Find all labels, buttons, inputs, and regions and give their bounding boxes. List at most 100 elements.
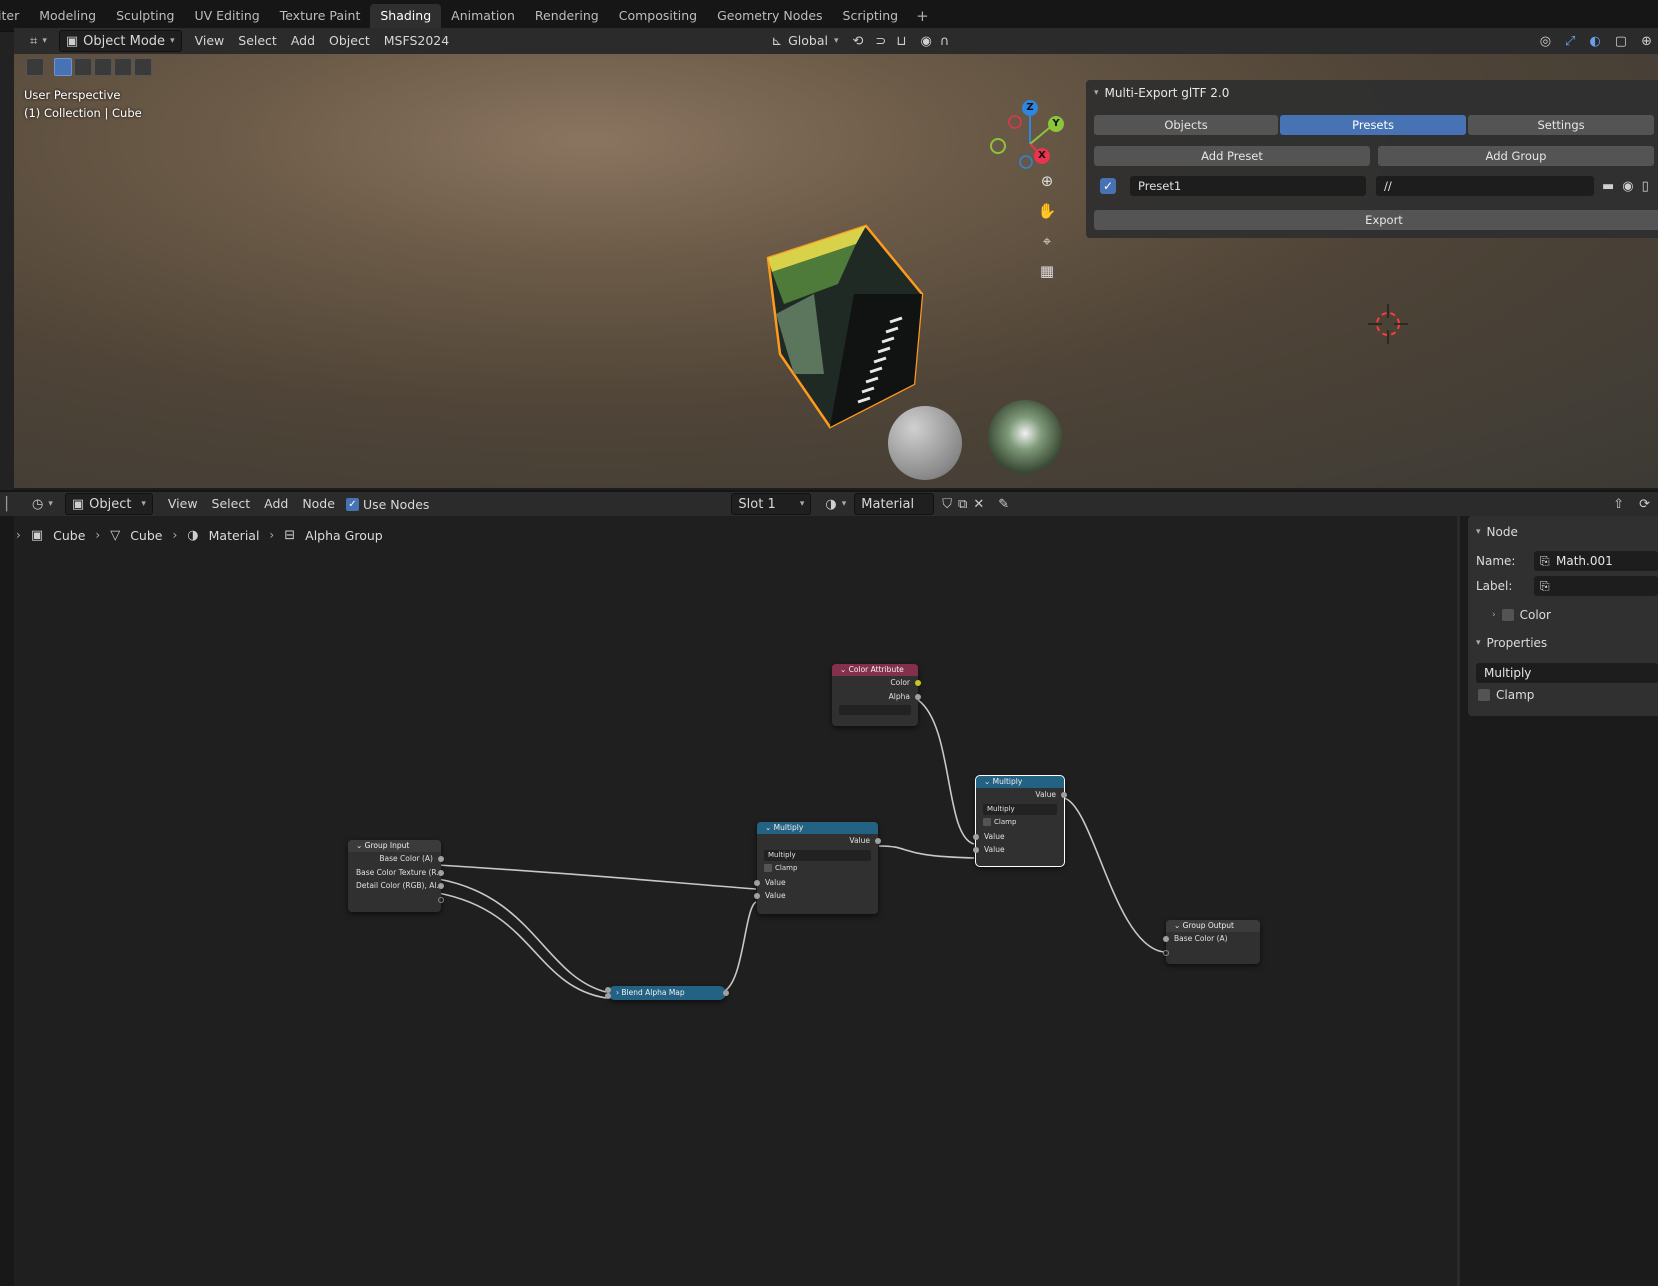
input-socket[interactable] xyxy=(754,879,760,886)
tab-presets[interactable]: Presets xyxy=(1280,115,1467,135)
output-socket[interactable] xyxy=(723,990,729,996)
empty-socket[interactable] xyxy=(1163,949,1169,956)
group-output-node[interactable]: ⌄ Group Output Base Color (A) xyxy=(1163,920,1260,964)
breadcrumb-material[interactable]: Material xyxy=(209,528,260,543)
gizmo-x-axis[interactable]: X xyxy=(1034,148,1050,164)
snap-target-icon[interactable]: ⊔ xyxy=(896,35,906,48)
menu-msfs2024[interactable]: MSFS2024 xyxy=(377,30,456,52)
export-button[interactable]: Export xyxy=(1094,210,1658,230)
shading-wire-icon[interactable]: ⊕ xyxy=(1641,35,1652,48)
output-socket[interactable] xyxy=(915,680,921,686)
output-socket[interactable] xyxy=(438,856,444,862)
tab-settings[interactable]: Settings xyxy=(1468,115,1655,135)
sidebar-divider[interactable] xyxy=(1457,516,1460,1286)
operation-dropdown[interactable]: Multiply xyxy=(1476,663,1658,683)
panel-header[interactable]: ▾ Multi-Export glTF 2.0 xyxy=(1094,86,1229,100)
menu-view[interactable]: View xyxy=(188,30,232,52)
attribute-name-field[interactable] xyxy=(839,705,911,715)
clamp-toggle[interactable]: Clamp xyxy=(764,863,871,874)
eye-icon[interactable]: ◉ xyxy=(1622,180,1633,193)
tab-scripting[interactable]: Scripting xyxy=(833,4,909,28)
tab-compositing[interactable]: Compositing xyxy=(609,4,707,28)
tab-objects[interactable]: Objects xyxy=(1094,115,1279,135)
trash-icon[interactable]: ▯ xyxy=(1642,180,1649,193)
unlink-icon[interactable]: ✕ xyxy=(973,498,984,511)
zoom-icon[interactable]: ⊕ xyxy=(1034,168,1060,194)
node-name-field[interactable]: ⎘ Math.001 xyxy=(1534,551,1658,571)
snap-icon[interactable]: ⊃ xyxy=(875,35,886,48)
tab-rendering[interactable]: Rendering xyxy=(525,4,609,28)
menu-object[interactable]: Object xyxy=(322,30,377,52)
menu-add[interactable]: Add xyxy=(257,493,295,515)
use-nodes-checkbox[interactable]: ✓ xyxy=(345,497,359,511)
group-input-node[interactable]: ⌄ Group Input Base Color (A) Base Color … xyxy=(348,840,444,912)
proportional-edit-icon[interactable]: ◉ xyxy=(920,35,931,48)
gizmo-z-axis[interactable]: Z xyxy=(1022,100,1038,116)
properties-section-header[interactable]: ▾ Properties xyxy=(1476,636,1547,650)
perspective-toggle-icon[interactable]: ▦ xyxy=(1034,258,1060,284)
select-extend-icon[interactable] xyxy=(74,58,92,76)
editor-type-dropdown[interactable]: ◷ ▾ xyxy=(26,493,59,515)
output-socket[interactable] xyxy=(875,838,881,844)
transform-orientation-dropdown[interactable]: ⊾ Global ▾ xyxy=(771,30,838,52)
menu-select[interactable]: Select xyxy=(205,493,258,515)
use-nodes-toggle[interactable]: ✓ Use Nodes xyxy=(345,497,429,512)
material-name-field[interactable]: Material xyxy=(854,493,935,515)
falloff-icon[interactable]: ∩ xyxy=(940,35,950,48)
select-intersect-icon[interactable] xyxy=(134,58,152,76)
select-new-icon[interactable] xyxy=(54,58,72,76)
breadcrumb-mesh[interactable]: Cube xyxy=(130,528,162,543)
add-preset-button[interactable]: Add Preset xyxy=(1094,146,1370,166)
material-browse-dropdown[interactable]: ◑ ▾ xyxy=(819,493,853,515)
gizmo-toggle-icon[interactable]: ⤢ xyxy=(1565,35,1575,48)
clamp-toggle[interactable]: Clamp xyxy=(1478,688,1534,702)
clamp-checkbox[interactable] xyxy=(1478,689,1490,701)
input-socket[interactable] xyxy=(973,847,979,853)
color-subpanel-header[interactable]: › Color xyxy=(1492,608,1551,622)
clamp-toggle[interactable]: Clamp xyxy=(983,817,1057,828)
tab-sculpting[interactable]: Sculpting xyxy=(106,4,184,28)
input-socket[interactable] xyxy=(1163,936,1169,942)
operation-dropdown[interactable]: Multiply xyxy=(764,849,871,861)
preset-name-field[interactable]: Preset1 xyxy=(1130,176,1366,196)
area-split-icon[interactable]: ▏ xyxy=(6,498,16,511)
input-socket[interactable] xyxy=(605,993,611,999)
select-invert-icon[interactable] xyxy=(114,58,132,76)
preset-enabled-checkbox[interactable]: ✓ xyxy=(1100,178,1116,194)
tab-shader-editor[interactable]: iter xyxy=(0,4,29,28)
pivot-point-icon[interactable]: ⟲ xyxy=(853,35,864,48)
menu-select[interactable]: Select xyxy=(231,30,284,52)
operation-dropdown[interactable]: Multiply xyxy=(983,803,1057,815)
parent-node-tree-icon[interactable]: ⇧ xyxy=(1613,498,1624,511)
snap-node-icon[interactable]: ⟳ xyxy=(1639,498,1650,511)
breadcrumb-object[interactable]: Cube xyxy=(53,528,85,543)
object-mode-dropdown[interactable]: ▣ Object Mode ▾ xyxy=(58,30,182,52)
fake-user-icon[interactable]: ⛉ xyxy=(942,498,952,511)
node-editor-canvas[interactable]: › ▣ Cube › ▽ Cube › ◑ Material › ⊟ Alpha… xyxy=(14,516,1458,1286)
blend-alpha-map-node[interactable]: › Blend Alpha Map xyxy=(605,986,729,1000)
input-socket[interactable] xyxy=(973,833,979,840)
node-label-field[interactable]: ⎘ xyxy=(1534,576,1658,596)
clamp-checkbox[interactable] xyxy=(983,817,991,826)
output-socket[interactable] xyxy=(438,869,444,876)
visibility-icon[interactable]: ◎ xyxy=(1540,35,1551,48)
tab-uv-editing[interactable]: UV Editing xyxy=(184,4,269,28)
tab-geometry-nodes[interactable]: Geometry Nodes xyxy=(707,4,832,28)
node-section-header[interactable]: ▾ Node xyxy=(1476,525,1518,539)
color-attribute-node[interactable]: ⌄ Color Attribute Color Alpha xyxy=(832,664,921,726)
xray-icon[interactable]: ▢ xyxy=(1615,35,1627,48)
output-socket[interactable] xyxy=(1061,792,1067,798)
pin-icon[interactable]: ✎ xyxy=(998,498,1009,511)
select-subtract-icon[interactable] xyxy=(94,58,112,76)
multiply-node-1[interactable]: ⌄ Multiply Value Multiply Clamp Value Va… xyxy=(754,822,881,914)
add-group-button[interactable]: Add Group xyxy=(1378,146,1654,166)
slot-dropdown[interactable]: Slot 1 ▾ xyxy=(731,493,812,515)
preset-path-field[interactable]: // xyxy=(1376,176,1594,196)
clamp-checkbox[interactable] xyxy=(764,863,772,872)
navigation-gizmo[interactable]: Z Y X xyxy=(986,94,1076,204)
output-socket[interactable] xyxy=(915,693,921,700)
add-workspace-icon[interactable]: + xyxy=(908,7,937,25)
color-checkbox[interactable] xyxy=(1501,609,1514,621)
gizmo-y-axis[interactable]: Y xyxy=(1048,116,1064,132)
breadcrumb-node-group[interactable]: Alpha Group xyxy=(305,528,383,543)
